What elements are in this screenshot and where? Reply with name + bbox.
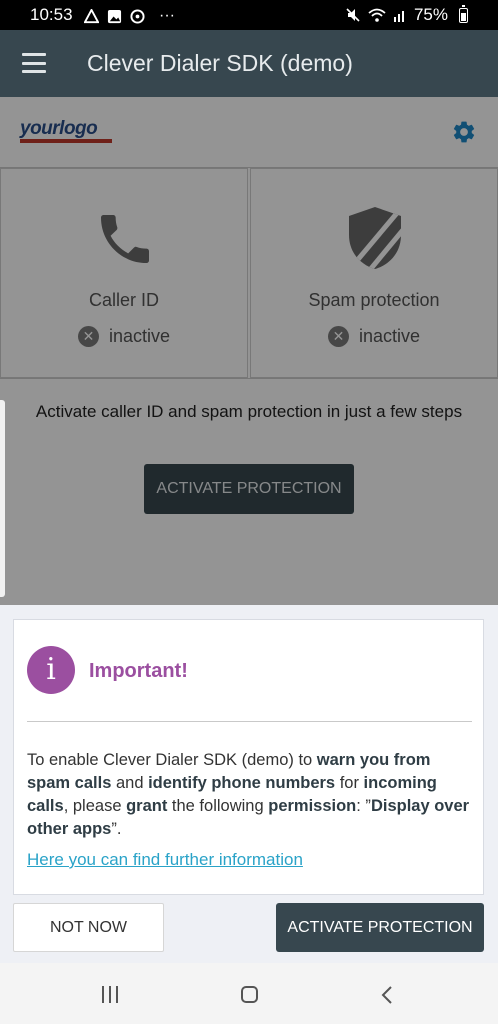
drive-icon	[84, 8, 99, 23]
home-icon[interactable]	[241, 986, 258, 1003]
status-bar: 10:53 ··· 75%	[0, 0, 498, 30]
divider	[27, 721, 472, 722]
hamburger-menu-icon[interactable]	[22, 53, 46, 73]
edge-panel-handle[interactable]	[0, 400, 5, 597]
info-icon: i	[27, 646, 75, 694]
more-dots-icon: ···	[159, 7, 175, 24]
dialog-message: To enable Clever Dialer SDK (demo) to wa…	[27, 751, 470, 838]
battery-percent: 75%	[413, 5, 448, 24]
messenger-icon	[130, 8, 145, 24]
wifi-icon	[368, 8, 386, 22]
signal-icon	[393, 11, 404, 22]
not-now-button[interactable]: NOT NOW	[13, 903, 164, 952]
status-system-icons: 75%	[345, 5, 462, 25]
dialog-title: Important!	[89, 660, 188, 682]
status-time: 10:53	[30, 5, 73, 24]
activate-protection-button[interactable]: ACTIVATE PROTECTION	[276, 903, 484, 952]
battery-icon	[459, 5, 468, 23]
important-dialog: i Important! To enable Clever Dialer SDK…	[13, 619, 484, 895]
status-notification-icons: ···	[84, 7, 175, 25]
mute-icon	[346, 8, 360, 22]
back-icon[interactable]	[380, 985, 394, 1005]
recent-apps-icon[interactable]	[102, 986, 118, 1003]
further-info-link[interactable]: Here you can find further information	[27, 850, 303, 870]
app-bar: Clever Dialer SDK (demo)	[0, 30, 498, 97]
gallery-icon	[107, 9, 122, 23]
system-nav-bar	[0, 963, 498, 1024]
app-title: Clever Dialer SDK (demo)	[87, 50, 353, 76]
dim-overlay[interactable]	[0, 97, 498, 605]
permission-bottom-sheet: i Important! To enable Clever Dialer SDK…	[0, 605, 498, 963]
